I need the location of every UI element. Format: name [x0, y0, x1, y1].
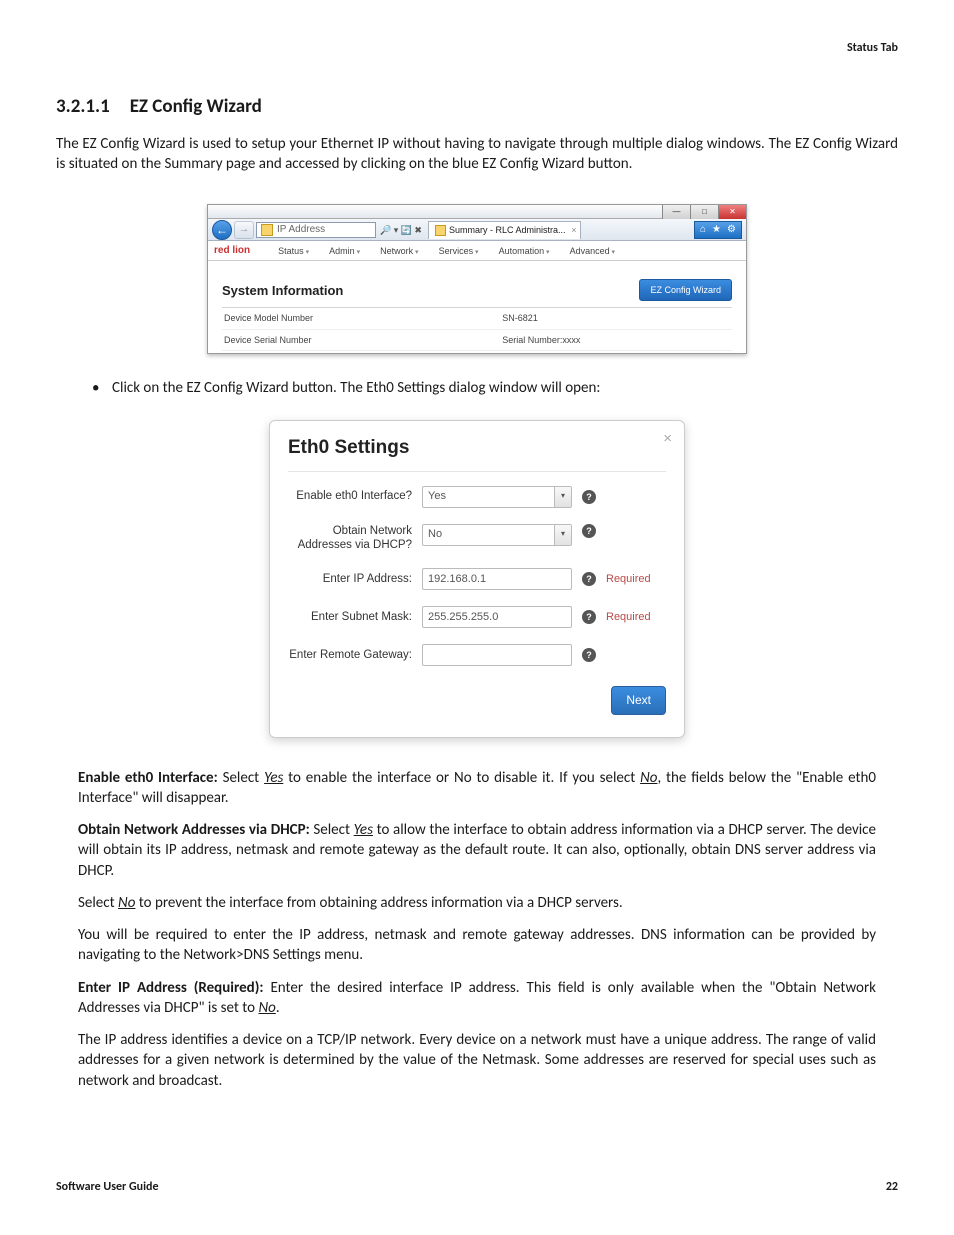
para-dhcp: Obtain Network Addresses via DHCP: Selec…	[78, 820, 876, 881]
help-icon[interactable]: ?	[582, 490, 596, 504]
field-dhcp: Obtain Network Addresses via DHCP? No ?	[288, 524, 666, 553]
section-heading: 3.2.1.1 EZ Config Wizard	[56, 94, 898, 120]
back-button[interactable]: ←	[212, 220, 232, 240]
row-value: SN-6821	[502, 312, 538, 324]
help-icon[interactable]: ?	[582, 524, 596, 538]
bullet-item: • Click on the EZ Config Wizard button. …	[92, 378, 898, 398]
field-label: Enable eth0 Interface?	[288, 489, 422, 503]
field-label: Enter Subnet Mask:	[288, 610, 422, 624]
star-icon[interactable]: ★	[712, 223, 721, 237]
browser-quick-icons: ⌂ ★ ⚙	[694, 221, 742, 239]
field-label: Enter Remote Gateway:	[288, 648, 422, 662]
menu-network[interactable]: Network	[380, 245, 418, 257]
page-header-section: Status Tab	[56, 40, 898, 56]
minimize-button[interactable]: —	[662, 205, 690, 219]
footer-title: Software User Guide	[56, 1179, 159, 1195]
field-ip-address: Enter IP Address: 192.168.0.1 ? Required	[288, 568, 666, 590]
browser-screenshot: — □ ✕ ← → IP Address 🔎 ▾ 🔄 ✖ Summary - R…	[207, 204, 747, 353]
field-subnet-mask: Enter Subnet Mask: 255.255.255.0 ? Requi…	[288, 606, 666, 628]
para-dns: You will be required to enter the IP add…	[78, 925, 876, 966]
ip-input[interactable]: 192.168.0.1	[422, 568, 572, 590]
tab-label: Summary - RLC Administra...	[449, 224, 566, 236]
dhcp-select[interactable]: No	[422, 524, 572, 546]
field-label: Obtain Network Addresses via DHCP?	[288, 524, 422, 553]
row-label: Device Serial Number	[224, 334, 502, 346]
para-ip: Enter IP Address (Required): Enter the d…	[78, 978, 876, 1019]
help-icon[interactable]: ?	[582, 572, 596, 586]
table-row: Device Model Number SN-6821	[222, 308, 732, 329]
home-icon[interactable]: ⌂	[700, 223, 706, 237]
row-value: Serial Number:xxxx	[502, 334, 580, 346]
footer-page-number: 22	[886, 1179, 898, 1195]
intro-paragraph: The EZ Config Wizard is used to setup yo…	[56, 134, 898, 175]
heading-text: EZ Config Wizard	[130, 95, 262, 118]
required-label: Required	[606, 610, 651, 625]
row-label: Device Model Number	[224, 312, 502, 324]
help-icon[interactable]: ?	[582, 610, 596, 624]
para-dhcp-no: Select No to prevent the interface from …	[78, 893, 876, 913]
maximize-button[interactable]: □	[690, 205, 718, 219]
eth0-settings-dialog: × Eth0 Settings Enable eth0 Interface? Y…	[269, 420, 685, 738]
info-table: Device Model Number SN-6821 Device Seria…	[222, 307, 732, 350]
tab-strip: Summary - RLC Administra... ×	[428, 221, 692, 239]
para-enable: Enable eth0 Interface: Select Yes to ena…	[78, 768, 876, 809]
forward-button[interactable]: →	[234, 221, 254, 239]
next-button[interactable]: Next	[611, 686, 666, 714]
table-row: Device Serial Number Serial Number:xxxx	[222, 330, 732, 351]
brand-logo: red lion	[214, 244, 250, 258]
tab-close-icon[interactable]: ×	[571, 224, 576, 236]
dialog-close-icon[interactable]: ×	[663, 429, 672, 449]
dialog-title: Eth0 Settings	[288, 435, 666, 472]
app-menubar: red lion Status Admin Network Services A…	[208, 241, 746, 261]
browser-navbar: ← → IP Address 🔎 ▾ 🔄 ✖ Summary - RLC Adm…	[208, 219, 746, 241]
window-controls: — □ ✕	[208, 205, 746, 219]
menu-advanced[interactable]: Advanced	[570, 245, 616, 257]
menu-automation[interactable]: Automation	[499, 245, 550, 257]
close-button[interactable]: ✕	[718, 205, 746, 219]
panel-title: System Information	[222, 282, 343, 300]
required-label: Required	[606, 572, 651, 587]
field-remote-gateway: Enter Remote Gateway: ?	[288, 644, 666, 666]
field-enable-interface: Enable eth0 Interface? Yes ?	[288, 486, 666, 508]
address-bar[interactable]: IP Address	[256, 222, 376, 238]
gateway-input[interactable]	[422, 644, 572, 666]
address-text: IP Address	[277, 223, 325, 237]
bullet-marker: •	[92, 378, 112, 398]
ez-config-wizard-button[interactable]: EZ Config Wizard	[639, 279, 732, 301]
gear-icon[interactable]: ⚙	[727, 223, 736, 237]
help-icon[interactable]: ?	[582, 648, 596, 662]
system-info-panel: System Information EZ Config Wizard Devi…	[208, 261, 746, 352]
browser-tab[interactable]: Summary - RLC Administra... ×	[428, 221, 581, 239]
field-label: Enter IP Address:	[288, 572, 422, 586]
bullet-text: Click on the EZ Config Wizard button. Th…	[112, 378, 600, 398]
mask-input[interactable]: 255.255.255.0	[422, 606, 572, 628]
menu-status[interactable]: Status	[278, 245, 309, 257]
para-ip-desc: The IP address identifies a device on a …	[78, 1030, 876, 1091]
menu-services[interactable]: Services	[439, 245, 479, 257]
enable-select[interactable]: Yes	[422, 486, 572, 508]
nav-icon-cluster: 🔎 ▾ 🔄 ✖	[380, 224, 422, 236]
page-footer: Software User Guide 22	[56, 1179, 898, 1195]
heading-number: 3.2.1.1	[56, 94, 110, 120]
menu-admin[interactable]: Admin	[329, 245, 360, 257]
